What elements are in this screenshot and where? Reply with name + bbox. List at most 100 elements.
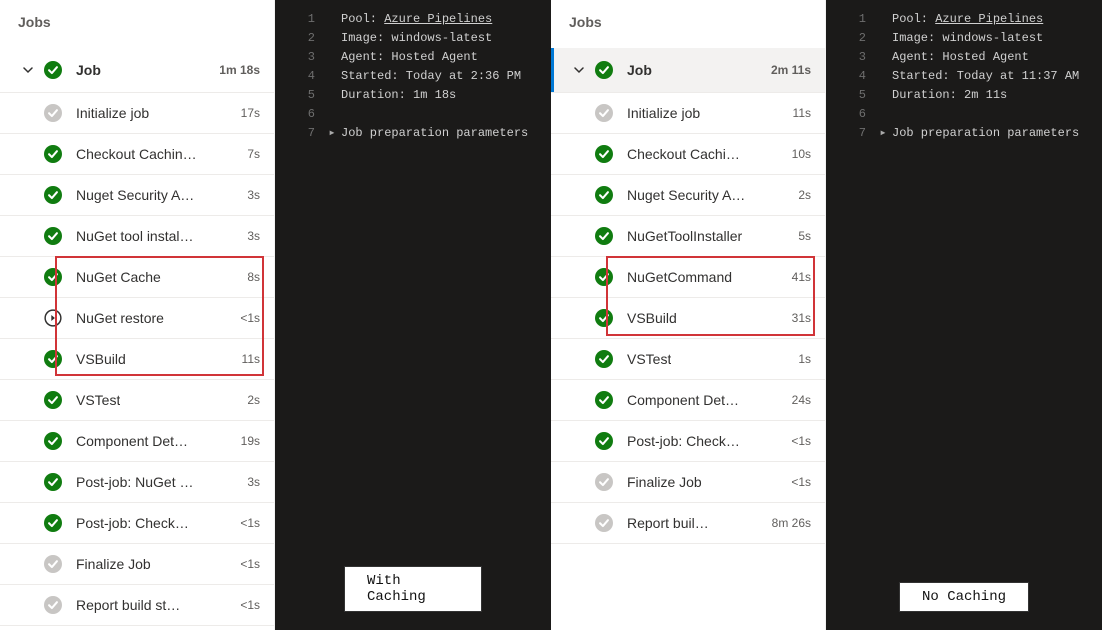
completed-gray-icon [595, 104, 613, 122]
success-icon [44, 145, 62, 163]
job-name: Job [627, 62, 652, 78]
success-icon [595, 61, 613, 79]
step-name: NuGetToolInstaller [627, 228, 742, 244]
step-row[interactable]: NuGet tool instal… 3s [0, 216, 274, 256]
success-icon [595, 186, 613, 204]
completed-gray-icon [44, 555, 62, 573]
step-duration: 11s [242, 352, 260, 366]
success-icon [44, 514, 62, 532]
step-duration: 8s [247, 270, 260, 284]
completed-gray-icon [44, 596, 62, 614]
step-row[interactable]: Nuget Security A…3s [0, 175, 274, 215]
step-name: NuGetCommand [627, 269, 732, 285]
step-duration: 11s [793, 106, 811, 120]
success-icon [595, 350, 613, 368]
step-duration: 24s [792, 393, 811, 407]
step-row[interactable]: VSBuild 31s [551, 298, 825, 338]
step-name: Initialize job [76, 105, 149, 121]
success-icon [595, 309, 613, 327]
skipped-icon [44, 309, 62, 327]
step-name: VSBuild [76, 351, 126, 367]
jobs-header: Jobs [551, 0, 825, 48]
chevron-down-icon[interactable] [20, 62, 36, 78]
expand-arrow-icon: ▸ [878, 125, 888, 142]
step-row[interactable]: Nuget Security A… 2s [551, 175, 825, 215]
step-row[interactable]: VSTest2s [0, 380, 274, 420]
caption-label: No Caching [899, 582, 1029, 612]
step-row[interactable]: Finalize Job <1s [551, 462, 825, 502]
step-duration: 3s [247, 475, 260, 489]
step-name: Report build st… [76, 597, 180, 613]
step-name: Checkout Cachi… [627, 146, 740, 162]
caption-label: With Caching [344, 566, 482, 612]
completed-gray-icon [595, 473, 613, 491]
step-duration: 5s [798, 229, 811, 243]
step-duration: 2s [798, 188, 811, 202]
step-name: NuGet Cache [76, 269, 161, 285]
step-row[interactable]: NuGet Cache 8s [0, 257, 274, 297]
step-name: Component Det… [76, 433, 188, 449]
success-icon [44, 61, 62, 79]
log-expandable-line[interactable]: 7▸Job preparation parameters [826, 124, 1102, 143]
success-icon [595, 268, 613, 286]
step-name: Report buil… [627, 515, 709, 531]
step-row[interactable]: Component Det… 19s [0, 421, 274, 461]
step-duration: 17s [241, 106, 260, 120]
step-row[interactable]: Post-job: NuGet …3s [0, 462, 274, 502]
step-name: Post-job: Check… [76, 515, 189, 531]
log-expandable-line[interactable]: 7▸Job preparation parameters [275, 124, 551, 143]
step-duration: 19s [241, 434, 260, 448]
job-duration: 2m 11s [771, 63, 811, 77]
jobs-panel-left: Jobs Job 1m 18s Initialize job17sCheckou… [0, 0, 275, 630]
step-row[interactable]: Checkout Cachin…7s [0, 134, 274, 174]
success-icon [595, 145, 613, 163]
step-row[interactable]: Finalize Job <1s [0, 544, 274, 584]
step-duration: <1s [240, 557, 260, 571]
step-name: Nuget Security A… [627, 187, 745, 203]
step-row[interactable]: Report buil…8m 26s [551, 503, 825, 543]
success-icon [595, 391, 613, 409]
step-name: Post-job: Check… [627, 433, 740, 449]
step-row[interactable]: Initialize job11s [551, 93, 825, 133]
step-row[interactable]: Component Det… 24s [551, 380, 825, 420]
step-row[interactable]: Initialize job 17s [0, 93, 274, 133]
step-name: NuGet tool instal… [76, 228, 194, 244]
completed-gray-icon [595, 514, 613, 532]
job-name: Job [76, 62, 101, 78]
step-row[interactable]: VSBuild 11s [0, 339, 274, 379]
step-duration: <1s [240, 598, 260, 612]
step-row[interactable]: Post-job: Check… <1s [0, 503, 274, 543]
step-name: VSBuild [627, 310, 677, 326]
success-icon [44, 186, 62, 204]
step-duration: 31s [792, 311, 811, 325]
success-icon [44, 391, 62, 409]
step-name: Component Det… [627, 392, 739, 408]
step-row[interactable]: Checkout Cachi… 10s [551, 134, 825, 174]
success-icon [44, 227, 62, 245]
expand-arrow-icon: ▸ [327, 125, 337, 142]
step-name: Nuget Security A… [76, 187, 194, 203]
step-duration: 10s [792, 147, 811, 161]
chevron-down-icon[interactable] [571, 62, 587, 78]
step-name: VSTest [627, 351, 671, 367]
step-duration: 3s [247, 229, 260, 243]
step-duration: <1s [791, 475, 811, 489]
step-row[interactable]: NuGet restore<1s [0, 298, 274, 338]
success-icon [595, 227, 613, 245]
success-icon [44, 473, 62, 491]
job-row-summary[interactable]: Job 1m 18s [0, 48, 274, 92]
success-icon [44, 432, 62, 450]
step-name: Finalize Job [627, 474, 702, 490]
step-row[interactable]: Post-job: Check… <1s [551, 421, 825, 461]
step-duration: 2s [247, 393, 260, 407]
step-name: Finalize Job [76, 556, 151, 572]
step-duration: 41s [792, 270, 811, 284]
step-row[interactable]: NuGetToolInstaller 5s [551, 216, 825, 256]
step-duration: <1s [240, 516, 260, 530]
step-duration: <1s [791, 434, 811, 448]
step-row[interactable]: Report build st… <1s [0, 585, 274, 625]
job-row-summary[interactable]: Job 2m 11s [551, 48, 825, 92]
step-row[interactable]: VSTest1s [551, 339, 825, 379]
log-panel-left: 1Pool: Azure Pipelines 2Image: windows-l… [275, 0, 551, 630]
step-row[interactable]: NuGetCommand 41s [551, 257, 825, 297]
